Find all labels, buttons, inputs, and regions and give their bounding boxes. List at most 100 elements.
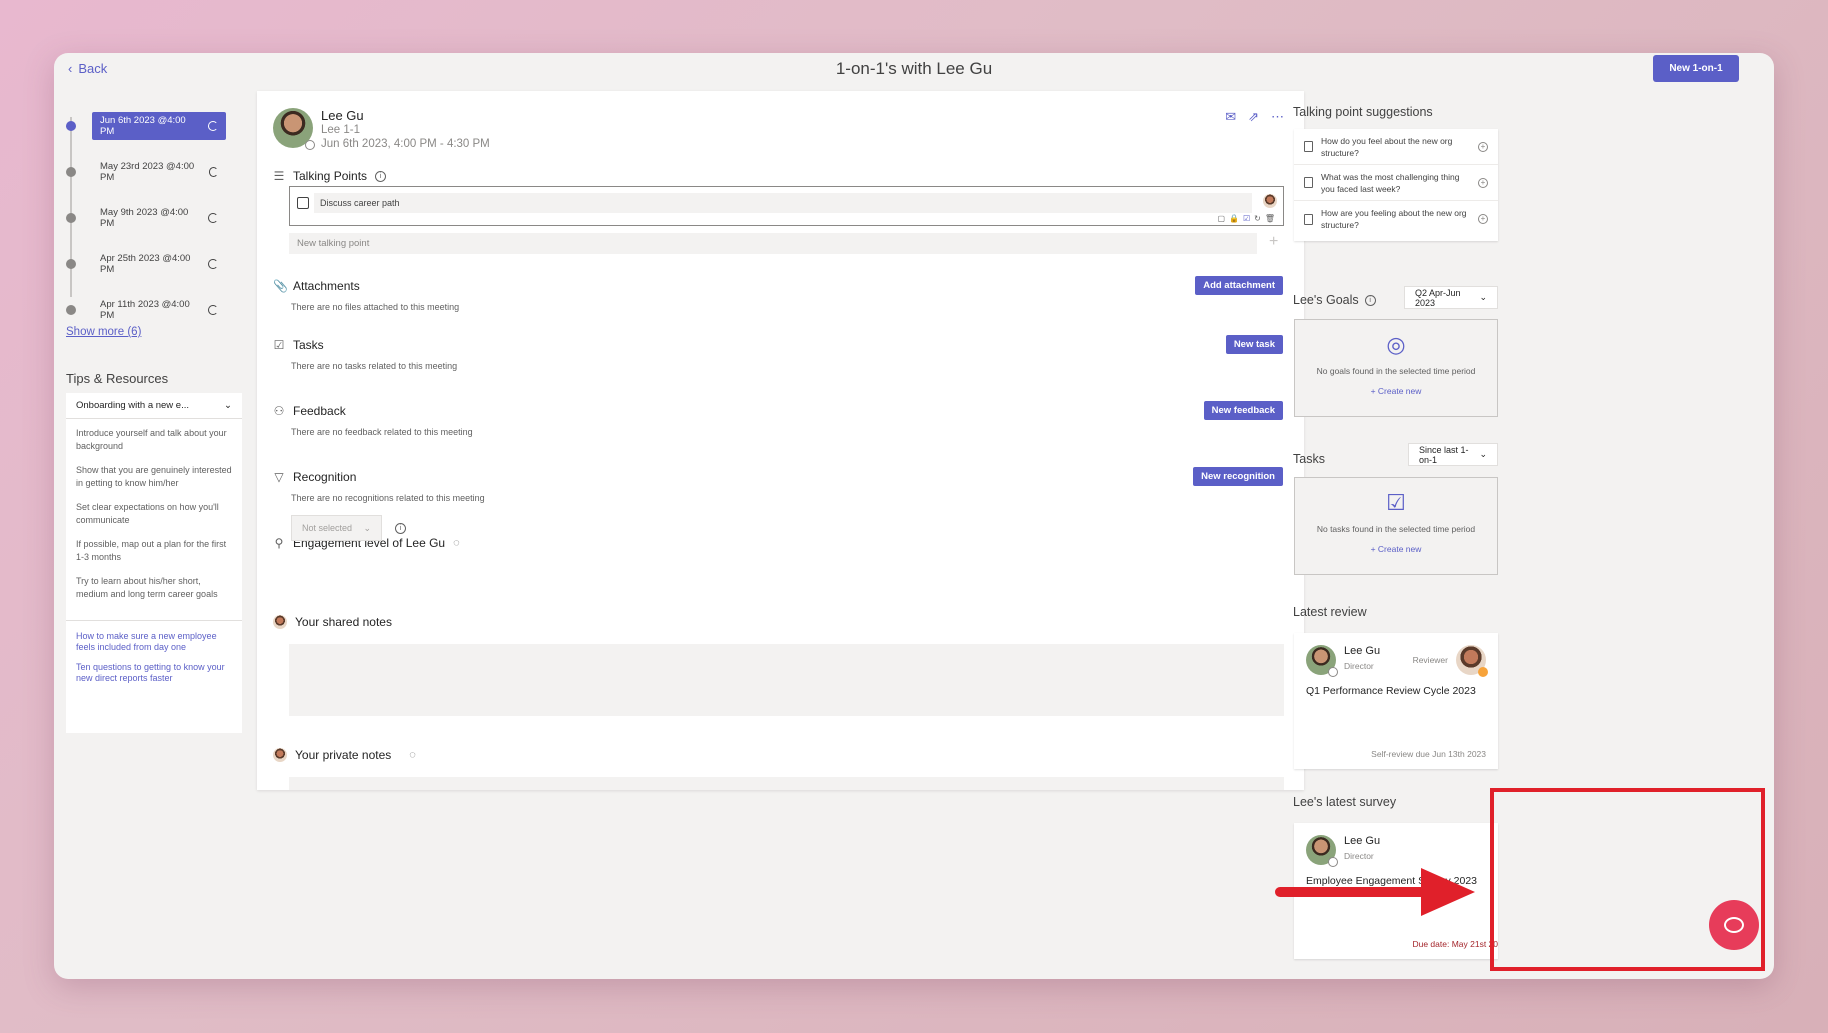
tip-link[interactable]: How to make sure a new employee feels in… <box>76 631 232 653</box>
arrow-annotation <box>1275 887 1427 897</box>
talking-point-item: Discuss career path ▢ 🔒 ☑ ↻ 🗑 <box>289 186 1284 226</box>
check-icon[interactable]: ☑ <box>1243 214 1250 223</box>
timeline-dot <box>66 121 76 131</box>
tip-item: Try to learn about his/her short, medium… <box>76 576 218 599</box>
timeline-item[interactable]: May 23rd 2023 @4:00 PM <box>66 149 226 195</box>
timeline-dot <box>66 259 76 269</box>
presence-icon <box>1328 667 1338 677</box>
tip-item: Introduce yourself and talk about your b… <box>76 428 227 451</box>
add-attachment-button[interactable]: Add attachment <box>1195 276 1283 295</box>
top-bar: ‹ Back 1-on-1's with Lee Gu New 1-on-1 <box>54 53 1774 89</box>
checkbox-icon: ☑ <box>1386 490 1406 515</box>
tips-card: Onboarding with a new e... ⌄ Introduce yo… <box>66 393 242 733</box>
presence-icon <box>1328 857 1338 867</box>
tip-link[interactable]: Ten questions to getting to know your ne… <box>76 662 232 684</box>
review-card[interactable]: Lee Gu Director Reviewer Q1 Performance R… <box>1294 633 1498 769</box>
suggestion-item[interactable]: What was the most challenging thing you … <box>1294 165 1498 201</box>
tip-item: Set clear expectations on how you'll com… <box>76 502 219 525</box>
create-goal-link[interactable]: + Create new <box>1295 386 1497 396</box>
timeline-item[interactable]: Jun 6th 2023 @4:00 PM <box>66 103 226 149</box>
page-title: 1-on-1's with Lee Gu <box>835 59 993 78</box>
eye-hidden-icon: ◌ <box>409 749 416 761</box>
timeline-dot <box>66 167 76 177</box>
meeting-card: Lee Gu Lee 1-1 Jun 6th 2023, 4:00 PM - 4… <box>257 91 1304 790</box>
add-icon: + <box>1478 214 1488 224</box>
share-icon[interactable]: ⇗ <box>1248 109 1259 125</box>
chevron-down-icon: ⌄ <box>224 400 232 411</box>
create-task-link[interactable]: + Create new <box>1295 544 1497 554</box>
trophy-icon: ▽ <box>274 470 284 484</box>
shared-notes-section: Your shared notes <box>273 615 1283 629</box>
reviewer-avatar <box>1456 645 1488 677</box>
header-actions: ✉ ⇗ ⋯ <box>1225 109 1284 125</box>
timeline-item[interactable]: May 9th 2023 @4:00 PM <box>66 195 226 241</box>
private-notes-section: Your private notes ◌ <box>273 748 1283 762</box>
list-icon: ☰ <box>273 169 285 183</box>
info-icon[interactable]: i <box>395 523 406 534</box>
info-icon[interactable]: i <box>375 170 387 182</box>
lock-icon[interactable]: 🔒 <box>1229 214 1239 223</box>
new-task-button[interactable]: New task <box>1225 335 1283 354</box>
new-feedback-button[interactable]: New feedback <box>1203 401 1283 420</box>
mail-icon[interactable]: ✉ <box>1225 109 1236 125</box>
talking-point-checkbox[interactable] <box>297 197 309 209</box>
engagement-dropdown[interactable]: Not selected ⌄ <box>291 515 382 541</box>
presence-icon <box>305 140 315 150</box>
person-icon: ⚲ <box>274 536 284 550</box>
goals-period-dropdown[interactable]: Q2 Apr-Jun 2023 ⌄ <box>1404 286 1498 309</box>
document-icon <box>1304 177 1313 188</box>
show-more-link[interactable]: Show more (6) <box>66 326 141 338</box>
new-talking-point-input[interactable]: New talking point <box>289 233 1257 254</box>
target-icon: ◎ <box>1386 332 1406 357</box>
avatar <box>1306 645 1338 677</box>
meeting-time: Jun 6th 2023, 4:00 PM - 4:30 PM <box>321 138 490 150</box>
talking-points-section: ☰ Talking Points i <box>273 169 1283 183</box>
timeline-item[interactable]: Apr 25th 2023 @4:00 PM <box>66 241 226 287</box>
tasks-section: ☑ Tasks There are no tasks related to thi… <box>273 335 1283 371</box>
repeat-icon[interactable]: ↻ <box>1254 214 1261 223</box>
recognition-section: ▽ Recognition There are no recognitions r… <box>273 467 1283 503</box>
tips-dropdown[interactable]: Onboarding with a new e... ⌄ <box>66 393 242 419</box>
plus-icon[interactable]: + <box>1269 233 1278 251</box>
goals-empty-card: ◎ No goals found in the selected time pe… <box>1294 319 1498 417</box>
presence-icon <box>1478 667 1488 677</box>
eye-hidden-icon: ◌ <box>453 537 460 549</box>
recurring-icon <box>208 305 218 315</box>
new-recognition-button[interactable]: New recognition <box>1193 467 1283 486</box>
suggestion-item[interactable]: How do you feel about the new org struct… <box>1294 129 1498 165</box>
avatar <box>273 108 315 150</box>
trash-icon[interactable]: 🗑 <box>1265 214 1275 223</box>
review-due: Self-review due Jun 13th 2023 <box>1371 749 1486 759</box>
shared-notes-editor[interactable] <box>289 644 1284 716</box>
engagement-section: ⚲ Engagement level of Lee Gu ◌ <box>274 536 460 550</box>
chat-button[interactable] <box>1709 900 1759 950</box>
feedback-section: ⚇ Feedback There are no feedback related … <box>273 401 1283 437</box>
recurring-icon <box>208 121 218 131</box>
person-name: Lee Gu <box>321 108 364 123</box>
tips-title: Tips & Resources <box>66 371 169 386</box>
survey-due: Due date: May 21st 20 <box>1412 939 1498 949</box>
avatar <box>1263 194 1277 208</box>
tips-links: How to make sure a new employee feels in… <box>66 620 242 703</box>
private-notes-editor[interactable] <box>289 777 1284 790</box>
recurring-icon <box>208 167 218 177</box>
checkbox-icon: ☑ <box>273 338 285 352</box>
avatar <box>273 615 287 629</box>
square-icon[interactable]: ▢ <box>1217 214 1225 223</box>
info-icon[interactable]: i <box>1364 294 1376 306</box>
people-icon: ⚇ <box>273 404 285 418</box>
meeting-timeline: Jun 6th 2023 @4:00 PM May 23rd 2023 @4:0… <box>66 103 226 333</box>
add-icon: + <box>1478 141 1488 152</box>
more-icon[interactable]: ⋯ <box>1271 109 1284 125</box>
talking-point-text[interactable]: Discuss career path <box>314 193 1252 213</box>
suggestion-item[interactable]: How are you feeling about the new org st… <box>1294 201 1498 237</box>
new-1on1-button[interactable]: New 1-on-1 <box>1653 55 1739 82</box>
timeline-dot <box>66 305 76 315</box>
attachments-section: 📎 Attachments There are no files attached… <box>273 276 1283 312</box>
chat-icon <box>1724 917 1744 933</box>
tasks-period-dropdown[interactable]: Since last 1-on-1 ⌄ <box>1408 443 1498 466</box>
chevron-down-icon: ⌄ <box>1479 292 1487 302</box>
suggestions-card: How do you feel about the new org struct… <box>1294 129 1498 241</box>
avatar <box>1306 835 1338 867</box>
meeting-subtitle: Lee 1-1 <box>321 124 361 136</box>
